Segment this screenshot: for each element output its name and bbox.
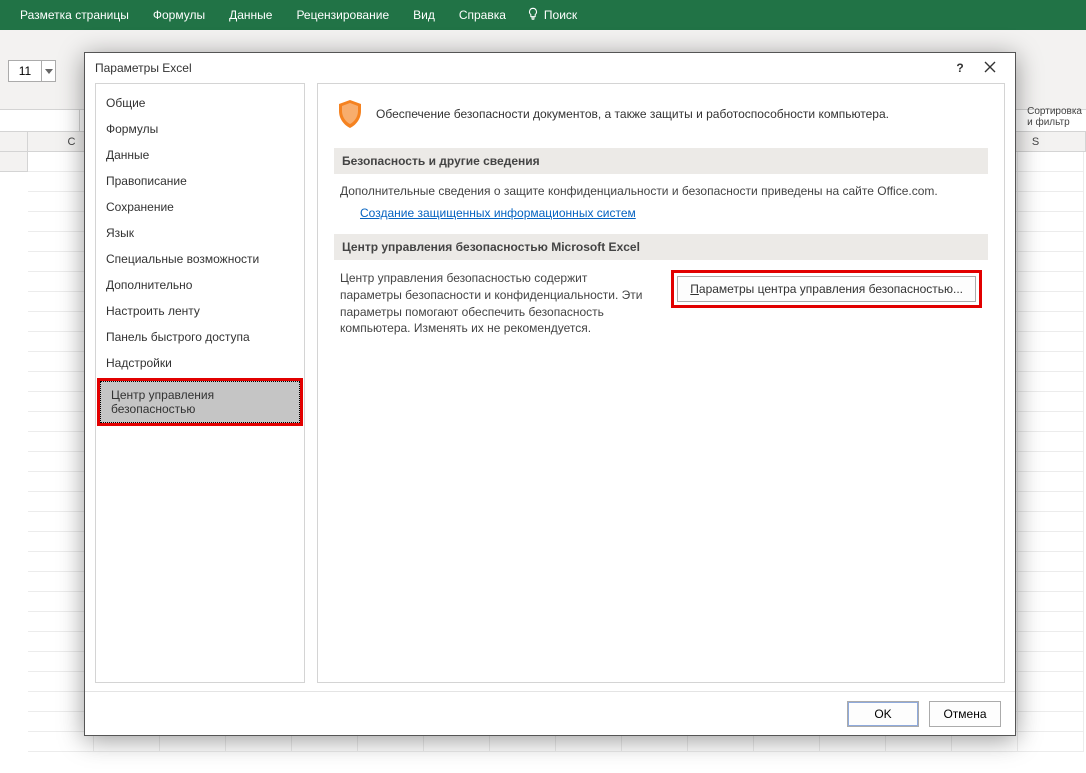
sidebar-item-accessibility[interactable]: Специальные возможности	[96, 246, 304, 272]
sidebar-item-quick-access[interactable]: Панель быстрого доступа	[96, 324, 304, 350]
section-trust-center-body: Центр управления безопасностью содержит …	[334, 270, 988, 351]
sidebar-item-language[interactable]: Язык	[96, 220, 304, 246]
dialog-footer: OK Отмена	[85, 691, 1015, 735]
cancel-button[interactable]: Отмена	[929, 701, 1001, 727]
trust-center-button-highlight: Параметры центра управления безопасность…	[671, 270, 982, 308]
font-size-box	[8, 60, 56, 82]
secure-systems-link[interactable]: Создание защищенных информационных систе…	[360, 206, 636, 220]
sidebar-item-data[interactable]: Данные	[96, 142, 304, 168]
ribbon-tab-help[interactable]: Справка	[447, 2, 518, 28]
ribbon-tab-data[interactable]: Данные	[217, 2, 284, 28]
sidebar-item-customize-ribbon[interactable]: Настроить ленту	[96, 298, 304, 324]
sidebar-item-save[interactable]: Сохранение	[96, 194, 304, 220]
font-size-dropdown[interactable]	[42, 60, 56, 82]
excel-options-dialog: Параметры Excel ? Общие Формулы Данные П…	[84, 52, 1016, 736]
toolbar-sort-label: Сортировка	[1027, 106, 1082, 117]
sidebar-item-addins[interactable]: Надстройки	[96, 350, 304, 376]
trust-btn-rest: араметры центра управления безопасностью…	[699, 282, 963, 296]
ribbon: Разметка страницы Формулы Данные Рецензи…	[0, 0, 1086, 30]
ribbon-tab-review[interactable]: Рецензирование	[284, 2, 401, 28]
help-icon: ?	[956, 61, 963, 75]
trust-center-description: Центр управления безопасностью содержит …	[340, 270, 651, 337]
row-headers	[0, 152, 28, 752]
chevron-down-icon	[45, 62, 53, 80]
sidebar-item-general[interactable]: Общие	[96, 90, 304, 116]
sidebar-item-formulas[interactable]: Формулы	[96, 116, 304, 142]
section-security-title: Безопасность и другие сведения	[334, 148, 988, 174]
dialog-close-button[interactable]	[975, 53, 1005, 83]
sidebar-item-trust-center[interactable]: Центр управления безопасностью	[100, 381, 300, 423]
trust-btn-accel: П	[690, 282, 699, 296]
toolbar-filter-label: и фильтр	[1027, 117, 1082, 128]
content-header: Обеспечение безопасности документов, а т…	[334, 98, 988, 130]
close-icon	[984, 61, 996, 76]
sidebar-item-advanced[interactable]: Дополнительно	[96, 272, 304, 298]
content-header-text: Обеспечение безопасности документов, а т…	[376, 107, 889, 121]
select-all-corner[interactable]	[0, 132, 28, 152]
ok-button[interactable]: OK	[847, 701, 919, 727]
section-security-body: Дополнительные сведения о защите конфиде…	[334, 184, 988, 234]
sidebar-item-trust-center-highlight: Центр управления безопасностью	[97, 378, 303, 426]
row-header[interactable]	[0, 152, 28, 172]
dialog-titlebar: Параметры Excel ?	[85, 53, 1015, 83]
trust-center-settings-button[interactable]: Параметры центра управления безопасность…	[677, 276, 976, 302]
toolbar-right-group: Сортировка и фильтр	[1027, 106, 1086, 128]
ribbon-search[interactable]: Поиск	[518, 1, 585, 30]
sidebar-item-proofing[interactable]: Правописание	[96, 168, 304, 194]
ribbon-tab-formulas[interactable]: Формулы	[141, 2, 217, 28]
shield-icon	[334, 98, 366, 130]
section-trust-center-title: Центр управления безопасностью Microsoft…	[334, 234, 988, 260]
section-security-text: Дополнительные сведения о защите конфиде…	[340, 184, 938, 198]
name-box[interactable]	[0, 110, 80, 132]
lightbulb-icon	[526, 7, 544, 24]
ribbon-search-label: Поиск	[544, 8, 577, 22]
dialog-content: Обеспечение безопасности документов, а т…	[317, 83, 1005, 683]
dialog-sidebar: Общие Формулы Данные Правописание Сохран…	[95, 83, 305, 683]
ribbon-tab-view[interactable]: Вид	[401, 2, 447, 28]
font-size-input[interactable]	[8, 60, 42, 82]
dialog-help-button[interactable]: ?	[945, 53, 975, 83]
ribbon-tab-page-layout[interactable]: Разметка страницы	[8, 2, 141, 28]
dialog-title: Параметры Excel	[95, 61, 192, 75]
